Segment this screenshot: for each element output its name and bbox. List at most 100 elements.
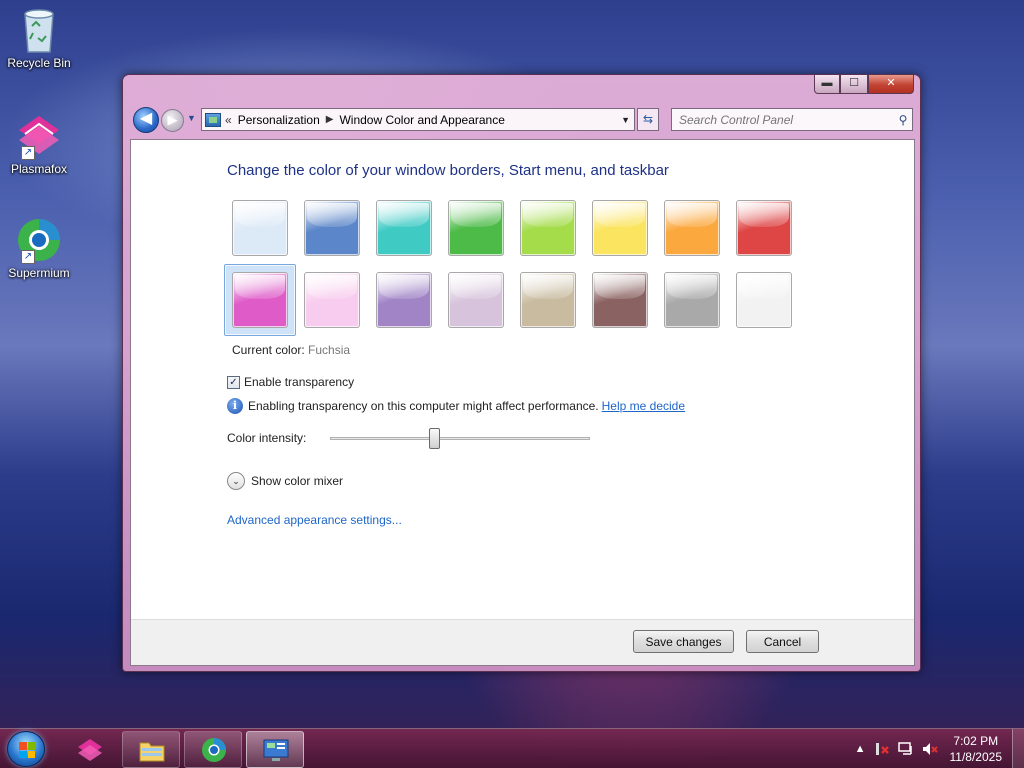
search-icon[interactable]: ⚲: [894, 113, 912, 127]
show-desktop-button[interactable]: [1012, 729, 1024, 768]
taskbar: ▲ 7:02 PM 11/8/2025: [0, 728, 1024, 768]
breadcrumb-item-window-color[interactable]: Window Color and Appearance: [339, 113, 504, 127]
enable-transparency-row[interactable]: ✓ Enable transparency: [227, 375, 354, 389]
current-color: Current color: Fuchsia: [232, 343, 350, 357]
desktop-icon-plasmafox[interactable]: ↗ Plasmafox: [4, 112, 74, 176]
supermium-icon: ↗: [15, 216, 63, 264]
address-bar[interactable]: « Personalization ▶ Window Color and App…: [201, 108, 635, 131]
color-swatch-leaf[interactable]: [448, 200, 504, 256]
swatch-gloss: [307, 275, 357, 299]
enable-transparency-label[interactable]: Enable transparency: [244, 375, 354, 389]
color-swatch-sky[interactable]: [232, 200, 288, 256]
swatch-gloss: [451, 203, 501, 227]
color-swatch-slate[interactable]: [664, 272, 720, 328]
breadcrumb-item-personalization[interactable]: Personalization: [238, 113, 320, 127]
plasmafox-icon: ↗: [15, 112, 63, 160]
navigation-bar: ◀ ▶ ▼ « Personalization ▶ Window Color a…: [131, 107, 913, 133]
transparency-info: i Enabling transparency on this computer…: [227, 398, 685, 414]
recent-pages-dropdown[interactable]: ▼: [187, 113, 196, 123]
color-swatch-blush[interactable]: [304, 272, 360, 328]
color-intensity-thumb[interactable]: [428, 428, 440, 449]
network-icon[interactable]: [897, 741, 914, 757]
control-panel-icon: [205, 112, 221, 127]
supermium-icon: [202, 738, 226, 762]
address-dropdown-icon[interactable]: ▼: [621, 115, 630, 125]
desktop-icon-label: Recycle Bin: [7, 56, 71, 70]
color-swatch-violet[interactable]: [376, 272, 432, 328]
caption-buttons: ▬ ☐ ✕: [814, 75, 914, 94]
swatch-gloss: [451, 275, 501, 299]
show-color-mixer[interactable]: ⌄ Show color mixer: [227, 472, 343, 490]
search-box[interactable]: ⚲: [671, 108, 913, 131]
cancel-button[interactable]: Cancel: [746, 630, 819, 653]
color-swatch-lavender[interactable]: [448, 272, 504, 328]
breadcrumb-overflow[interactable]: «: [225, 113, 232, 127]
breadcrumb-separator-icon[interactable]: ▶: [326, 114, 334, 125]
desktop-icon-label: Supermium: [8, 266, 70, 280]
color-swatch-lime[interactable]: [520, 200, 576, 256]
swatch-gloss: [667, 275, 717, 299]
plasmafox-icon: [78, 739, 102, 761]
expand-icon[interactable]: ⌄: [227, 472, 245, 490]
taskbar-item-supermium[interactable]: [184, 731, 242, 768]
enable-transparency-checkbox[interactable]: ✓: [227, 375, 240, 389]
clock[interactable]: 7:02 PM 11/8/2025: [950, 733, 1003, 765]
window-color-appearance-window: ▬ ☐ ✕ ◀ ▶ ▼ « Personalization ▶ Window C…: [122, 74, 921, 672]
dialog-footer: Save changes Cancel: [131, 619, 914, 665]
advanced-appearance-link[interactable]: Advanced appearance settings...: [227, 513, 402, 527]
color-swatch-taupe[interactable]: [520, 272, 576, 328]
info-text: Enabling transparency on this computer m…: [248, 399, 599, 413]
start-button[interactable]: [7, 731, 45, 767]
color-swatch-pumpkin[interactable]: [664, 200, 720, 256]
current-color-value: Fuchsia: [308, 343, 351, 357]
taskbar-item-control-panel[interactable]: [246, 731, 304, 768]
color-swatch-ruby[interactable]: [736, 200, 792, 256]
recycle-bin-icon: [15, 6, 63, 54]
maximize-button[interactable]: ☐: [840, 75, 868, 94]
action-center-icon[interactable]: [874, 741, 890, 757]
color-swatch-fuchsia[interactable]: [232, 272, 288, 328]
folder-icon: [139, 742, 165, 762]
swatch-gloss: [595, 275, 645, 299]
help-me-decide-link[interactable]: Help me decide: [602, 399, 685, 413]
color-swatch-lemon[interactable]: [592, 200, 648, 256]
taskbar-item-plasmafox[interactable]: [60, 731, 118, 768]
color-swatch-twilight[interactable]: [304, 200, 360, 256]
desktop-icon-label: Plasmafox: [10, 162, 68, 176]
swatch-gloss: [667, 203, 717, 227]
back-button[interactable]: ◀: [133, 107, 159, 133]
show-color-mixer-label[interactable]: Show color mixer: [251, 474, 343, 488]
color-swatch-chocolate[interactable]: [592, 272, 648, 328]
clock-time: 7:02 PM: [953, 734, 999, 748]
refresh-button[interactable]: ⇆: [637, 108, 659, 131]
color-intensity-label: Color intensity:: [227, 431, 307, 445]
clock-date: 11/8/2025: [949, 750, 1003, 764]
shortcut-arrow-icon: ↗: [21, 250, 35, 264]
desktop-icon-supermium[interactable]: ↗ Supermium: [4, 216, 74, 280]
taskbar-item-file-explorer[interactable]: [122, 731, 180, 768]
swatch-gloss: [235, 203, 285, 227]
swatch-gloss: [523, 203, 573, 227]
show-hidden-icons-button[interactable]: ▲: [855, 743, 866, 755]
swatch-gloss: [523, 275, 573, 299]
volume-muted-icon[interactable]: [922, 741, 938, 757]
swatch-gloss: [379, 203, 429, 227]
swatch-gloss: [307, 203, 357, 227]
system-tray: ▲ 7:02 PM 11/8/2025: [851, 729, 1024, 768]
close-button[interactable]: ✕: [868, 75, 914, 94]
current-color-label: Current color:: [232, 343, 305, 357]
content-pane: Change the color of your window borders,…: [130, 139, 915, 666]
forward-button[interactable]: ▶: [161, 109, 184, 132]
swatch-gloss: [379, 275, 429, 299]
windows-logo-icon: [19, 742, 35, 758]
search-input[interactable]: [672, 109, 894, 130]
minimize-button[interactable]: ▬: [814, 75, 840, 94]
color-swatch-frost[interactable]: [736, 272, 792, 328]
color-swatch-sea[interactable]: [376, 200, 432, 256]
page-title: Change the color of your window borders,…: [227, 162, 669, 179]
swatch-gloss: [595, 203, 645, 227]
desktop-icon-recycle-bin[interactable]: Recycle Bin: [4, 6, 74, 70]
save-changes-button[interactable]: Save changes: [633, 630, 734, 653]
info-icon: i: [227, 398, 243, 414]
color-intensity-slider[interactable]: [330, 437, 590, 440]
